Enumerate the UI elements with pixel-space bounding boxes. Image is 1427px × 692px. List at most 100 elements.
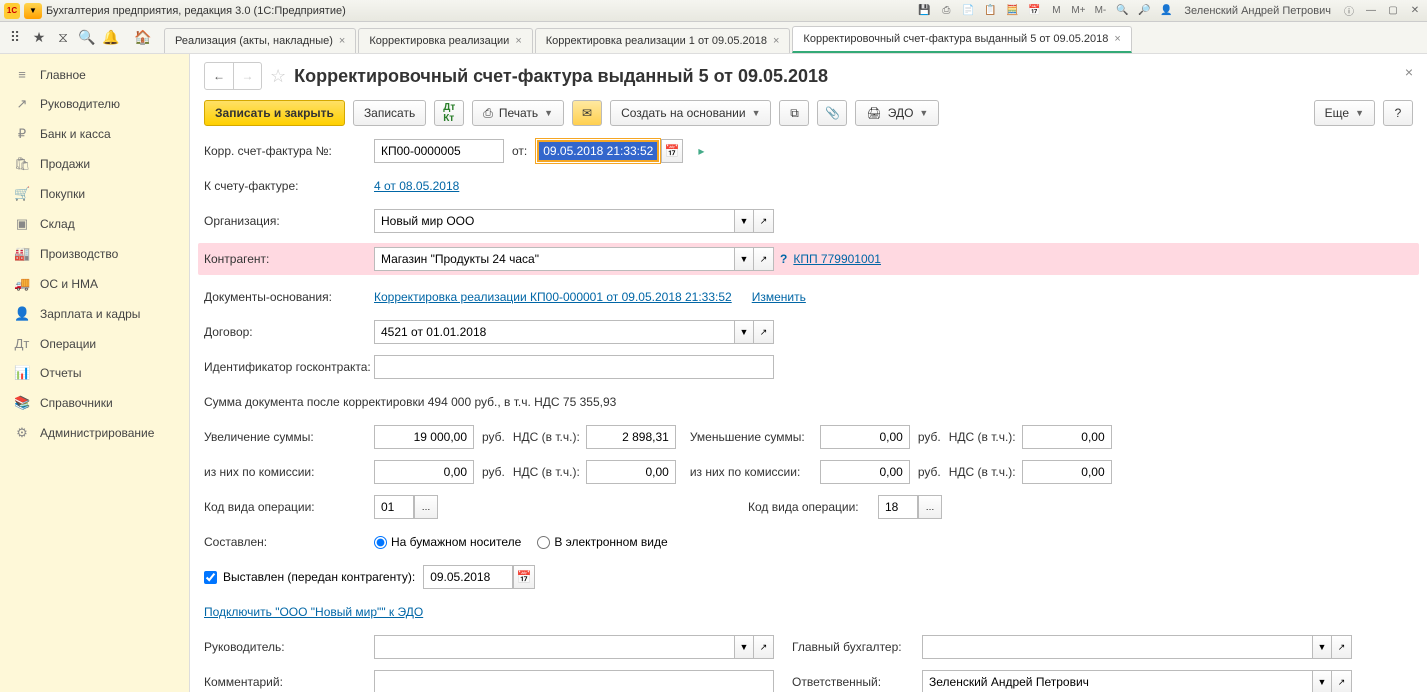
app-menu-dropdown[interactable]: ▼ xyxy=(24,3,42,19)
doc-icon[interactable]: 📄 xyxy=(960,3,976,19)
save-icon[interactable]: 💾 xyxy=(916,3,932,19)
inc-comm-input[interactable] xyxy=(374,460,474,484)
close-icon[interactable]: × xyxy=(1114,33,1120,45)
sidebar-item-production[interactable]: 🏭Производство xyxy=(0,239,189,269)
open-button[interactable]: ↗ xyxy=(754,209,774,233)
zoom-in-icon[interactable]: 🔍 xyxy=(1114,3,1130,19)
open-button[interactable]: ↗ xyxy=(754,635,774,659)
star-icon[interactable]: ☆ xyxy=(270,66,286,87)
manager-input[interactable] xyxy=(374,635,734,659)
mail-button[interactable]: ✉ xyxy=(572,100,602,126)
change-link[interactable]: Изменить xyxy=(752,290,806,304)
radio-electronic[interactable]: В электронном виде xyxy=(537,535,667,549)
sidebar-item-refs[interactable]: 📚Справочники xyxy=(0,388,189,418)
corr-number-input[interactable] xyxy=(374,139,504,163)
issued-date-calendar[interactable]: 📅 xyxy=(513,565,535,589)
sidebar-item-salary[interactable]: 👤Зарплата и кадры xyxy=(0,299,189,329)
accountant-input[interactable] xyxy=(922,635,1312,659)
more-button[interactable]: Еще▼ xyxy=(1314,100,1375,126)
dec-comm-input[interactable] xyxy=(820,460,910,484)
dec-comm-vat-input[interactable] xyxy=(1022,460,1112,484)
calendar-icon[interactable]: 📅 xyxy=(1026,3,1042,19)
dec-vat-input[interactable] xyxy=(1022,425,1112,449)
dropdown-button[interactable]: ▼ xyxy=(1312,635,1332,659)
edo-connect-link[interactable]: Подключить "ООО "Новый мир"" к ЭДО xyxy=(204,605,423,619)
org-input[interactable] xyxy=(374,209,734,233)
issued-checkbox[interactable]: Выставлен (передан контрагенту): xyxy=(204,570,415,584)
op-code-l-select[interactable]: … xyxy=(414,495,438,519)
open-button[interactable]: ↗ xyxy=(1332,635,1352,659)
save-close-button[interactable]: Записать и закрыть xyxy=(204,100,345,126)
print-button[interactable]: ⎙Печать▼ xyxy=(472,100,564,126)
dropdown-button[interactable]: ▼ xyxy=(1312,670,1332,692)
op-code-l-input[interactable] xyxy=(374,495,414,519)
sidebar-item-assets[interactable]: 🚚ОС и НМА xyxy=(0,269,189,299)
tab-realization[interactable]: Реализация (акты, накладные)× xyxy=(164,28,356,53)
attach-button[interactable]: 📎 xyxy=(817,100,847,126)
op-code-r-select[interactable]: … xyxy=(918,495,942,519)
calc-icon[interactable]: 🧮 xyxy=(1004,3,1020,19)
close-icon[interactable]: × xyxy=(515,35,521,47)
minimize-icon[interactable]: — xyxy=(1363,3,1379,19)
basis-link[interactable]: Корректировка реализации КП00-000001 от … xyxy=(374,290,732,304)
to-invoice-link[interactable]: 4 от 08.05.2018 xyxy=(374,179,459,193)
close-window-icon[interactable]: ✕ xyxy=(1407,3,1423,19)
sidebar-item-manager[interactable]: ↗Руководителю xyxy=(0,89,189,119)
sidebar-item-operations[interactable]: ДтОперации xyxy=(0,329,189,358)
zoom-out-icon[interactable]: 🔎 xyxy=(1136,3,1152,19)
dropdown-button[interactable]: ▼ xyxy=(734,209,754,233)
contract-input[interactable] xyxy=(374,320,734,344)
search-strip-icon[interactable]: 🔍 xyxy=(78,29,96,47)
dec-sum-input[interactable] xyxy=(820,425,910,449)
clipboard-icon[interactable]: 📋 xyxy=(982,3,998,19)
inc-comm-vat-input[interactable] xyxy=(586,460,676,484)
dt-kt-button[interactable]: ДтКт xyxy=(434,100,464,126)
sidebar-item-warehouse[interactable]: ▣Склад xyxy=(0,209,189,239)
create-based-button[interactable]: Создать на основании▼ xyxy=(610,100,771,126)
favorite-icon[interactable]: ★ xyxy=(30,29,48,47)
sidebar-item-admin[interactable]: ⚙Администрирование xyxy=(0,418,189,448)
m-plus-label[interactable]: M+ xyxy=(1070,3,1086,19)
m-minus-label[interactable]: M- xyxy=(1092,3,1108,19)
sidebar-item-main[interactable]: ≡Главное xyxy=(0,60,189,89)
apps-icon[interactable]: ⠿ xyxy=(6,29,24,47)
dropdown-button[interactable]: ▼ xyxy=(734,247,754,271)
inc-sum-input[interactable] xyxy=(374,425,474,449)
close-document-icon[interactable]: × xyxy=(1405,64,1413,80)
sidebar-item-bank[interactable]: ₽Банк и касса xyxy=(0,119,189,149)
save-button[interactable]: Записать xyxy=(353,100,426,126)
register-icon[interactable]: ▸ xyxy=(693,143,709,159)
sidebar-item-purchases[interactable]: 🛒Покупки xyxy=(0,179,189,209)
open-button[interactable]: ↗ xyxy=(754,320,774,344)
info-icon[interactable]: ⓘ xyxy=(1341,3,1357,19)
comment-input[interactable] xyxy=(374,670,774,692)
dropdown-button[interactable]: ▼ xyxy=(734,320,754,344)
sidebar-item-sales[interactable]: 🛍Продажи xyxy=(0,149,189,179)
help-button[interactable]: ? xyxy=(1383,100,1413,126)
corr-date-input[interactable]: 09.05.2018 21:33:52 xyxy=(537,140,659,162)
help-icon[interactable]: ? xyxy=(780,252,787,266)
op-code-r-input[interactable] xyxy=(878,495,918,519)
sidebar-item-reports[interactable]: 📊Отчеты xyxy=(0,358,189,388)
issued-date-input[interactable] xyxy=(423,565,513,589)
print-icon[interactable]: ⎙ xyxy=(938,3,954,19)
home-icon[interactable]: 🏠 xyxy=(134,29,152,47)
radio-paper[interactable]: На бумажном носителе xyxy=(374,535,521,549)
tab-correction-1[interactable]: Корректировка реализации 1 от 09.05.2018… xyxy=(535,28,791,53)
gos-id-input[interactable] xyxy=(374,355,774,379)
counterparty-input[interactable] xyxy=(374,247,734,271)
open-button[interactable]: ↗ xyxy=(1332,670,1352,692)
nav-back-button[interactable]: ← xyxy=(205,63,233,89)
inc-vat-input[interactable] xyxy=(586,425,676,449)
structure-button[interactable]: ⧉ xyxy=(779,100,809,126)
close-icon[interactable]: × xyxy=(773,35,779,47)
m-label[interactable]: M xyxy=(1048,3,1064,19)
close-icon[interactable]: × xyxy=(339,35,345,47)
tab-correction[interactable]: Корректировка реализации× xyxy=(358,28,532,53)
kpp-link[interactable]: КПП 779901001 xyxy=(793,252,881,266)
dropdown-button[interactable]: ▼ xyxy=(734,635,754,659)
bell-icon[interactable]: 🔔 xyxy=(102,29,120,47)
nav-forward-button[interactable]: → xyxy=(233,63,261,89)
edo-button[interactable]: 🖨ЭДО▼ xyxy=(855,100,939,126)
responsible-input[interactable] xyxy=(922,670,1312,692)
